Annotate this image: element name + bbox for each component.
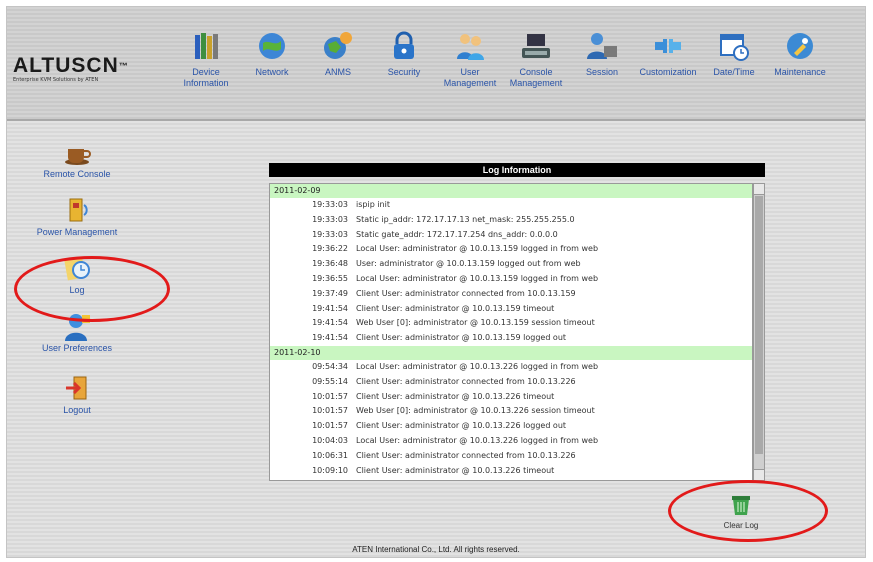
nav-label: User Management — [443, 67, 497, 88]
lock-icon — [394, 31, 414, 59]
sidebar-item-label: User Preferences — [41, 343, 113, 353]
sidebar: Remote Console Power Management Log User… — [7, 137, 147, 437]
nav-label: Security — [387, 67, 421, 77]
log-entry: 10:04:03 Local User: administrator @ 10.0… — [312, 435, 599, 445]
log-entry: 19:36:48 User: administrator @ 10.0.13.15… — [312, 259, 581, 269]
log-entry: 19:41:54 Client User: administrator @ 10.… — [312, 303, 555, 313]
clear-log-icon — [732, 496, 750, 515]
calendar-clock-icon — [720, 34, 749, 61]
sidebar-item-logout[interactable]: Logout — [17, 373, 137, 415]
logout-icon — [66, 376, 87, 400]
nav-anms[interactable]: ANMS — [303, 29, 373, 78]
users-icon — [457, 34, 484, 60]
logo: ALTUSCN™ Enterprise KVM Solutions by ATE… — [13, 55, 173, 91]
power-icon — [69, 198, 88, 222]
nav-session[interactable]: Session — [567, 29, 637, 78]
panel-title: Log Information — [269, 163, 765, 177]
nav-label: Maintenance — [774, 67, 826, 77]
nav-user-management[interactable]: User Management — [435, 29, 505, 89]
log-scrollbar[interactable] — [753, 183, 765, 481]
log-date-row: 2011-02-09 — [270, 184, 752, 198]
sidebar-item-power-management[interactable]: Power Management — [17, 195, 137, 237]
anms-icon — [324, 32, 352, 59]
nav-label: Date/Time — [713, 67, 755, 77]
log-entry: 09:54:34 Local User: administrator @ 10.0… — [312, 361, 599, 371]
scroll-down-button[interactable] — [754, 469, 764, 480]
nav-security[interactable]: Security — [369, 29, 439, 78]
nav-device-information[interactable]: Device Information — [171, 29, 241, 89]
keyboard-icon — [522, 34, 550, 58]
log-list: 2011-02-09 19:33:03 ispip init 19:33:03 St… — [269, 183, 753, 481]
nav-label: ANMS — [324, 67, 351, 77]
nav-label: Customization — [639, 67, 697, 77]
app-frame: ALTUSCN™ Enterprise KVM Solutions by ATE… — [6, 6, 866, 558]
log-icon — [64, 257, 90, 281]
nav-network[interactable]: Network — [237, 29, 307, 78]
nav-date-time[interactable]: Date/Time — [699, 29, 769, 78]
nav-label: Session — [585, 67, 619, 77]
nav-maintenance[interactable]: Maintenance — [765, 29, 835, 78]
log-entry: 10:01:57 Web User [0]: administrator @ 10… — [312, 406, 595, 416]
logo-trademark: ™ — [118, 61, 129, 71]
sidebar-item-label: Remote Console — [43, 169, 111, 179]
log-panel: Log Information 2011-02-09 19:33:03 ispip… — [269, 163, 765, 481]
session-icon — [587, 33, 617, 59]
scroll-thumb[interactable] — [755, 196, 763, 454]
nav-customization[interactable]: Customization — [633, 29, 703, 78]
network-icon — [259, 33, 285, 59]
clear-log-button[interactable]: Clear Log — [711, 491, 771, 530]
logo-text: ALTUSCN — [13, 54, 119, 77]
log-entry: 19:33:03 Static ip_addr: 172.17.17.13 net… — [312, 214, 575, 224]
customization-icon — [655, 39, 681, 53]
log-entry: 19:36:55 Local User: administrator @ 10.0… — [312, 273, 599, 283]
log-date-row: 2011-02-10 — [270, 345, 752, 360]
logo-subtitle: Enterprise KVM Solutions by ATEN — [13, 77, 99, 83]
nav-console-management[interactable]: Console Management — [501, 29, 571, 89]
log-entry: 10:01:57 Client User: administrator @ 10.… — [312, 391, 555, 401]
footer-copyright: ATEN International Co., Ltd. All rights … — [352, 545, 520, 554]
sidebar-item-label: Log — [69, 285, 85, 295]
sidebar-item-user-preferences[interactable]: User Preferences — [17, 311, 137, 353]
books-icon — [195, 33, 218, 59]
sidebar-item-label: Logout — [63, 405, 91, 415]
log-entry: 09:55:14 Client User: administrator conne… — [312, 376, 576, 386]
sidebar-item-remote-console[interactable]: Remote Console — [17, 137, 137, 179]
sidebar-item-label: Power Management — [36, 227, 118, 237]
log-entry: 19:41:54 Client User: administrator @ 10.… — [312, 333, 567, 343]
sidebar-item-log[interactable]: Log — [17, 253, 137, 295]
log-entry: 10:01:57 Client User: administrator @ 10.… — [312, 421, 567, 431]
log-entry: 10:09:10 Client User: administrator @ 10.… — [312, 465, 555, 475]
coffee-cup-icon — [65, 149, 91, 165]
log-entry: 19:36:22 Local User: administrator @ 10.0… — [312, 244, 599, 254]
log-entry: 19:37:49 Client User: administrator conne… — [312, 288, 576, 298]
log-entry: 19:41:54 Web User [0]: administrator @ 10… — [312, 318, 595, 328]
nav-label: Network — [255, 67, 289, 77]
log-entry: 19:33:03 Static gate_addr: 172.17.17.254 … — [312, 229, 558, 239]
nav-label: Device Information — [183, 67, 229, 88]
nav-label: Console Management — [509, 67, 563, 88]
top-nav: Device Information Network ANMS Security… — [171, 29, 871, 109]
log-entry: 10:06:31 Client User: administrator conne… — [312, 450, 576, 460]
scroll-up-button[interactable] — [754, 184, 764, 195]
maintenance-icon — [787, 33, 813, 59]
log-entry: 19:33:03 ispip init — [312, 200, 390, 209]
top-header: ALTUSCN™ Enterprise KVM Solutions by ATE… — [7, 7, 865, 121]
clear-log-label: Clear Log — [723, 521, 759, 530]
user-preferences-icon — [65, 314, 90, 341]
